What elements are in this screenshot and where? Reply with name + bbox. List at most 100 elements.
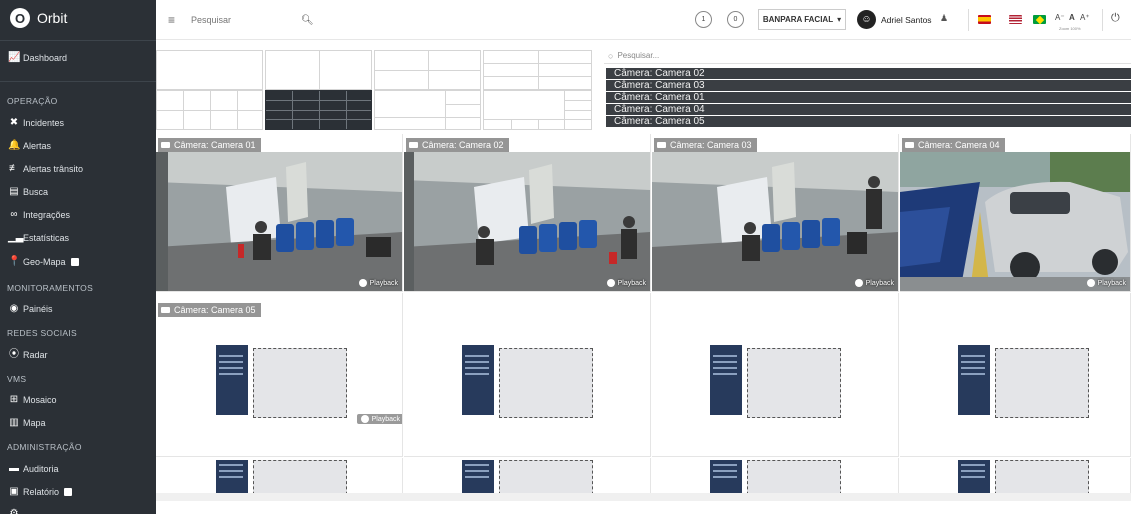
link-icon: ∞ <box>10 209 18 220</box>
flag-brazil-icon[interactable] <box>1033 15 1046 24</box>
search-input[interactable] <box>191 15 301 25</box>
layout-option-1x1[interactable] <box>156 50 263 90</box>
font-increase-button[interactable]: A⁺ <box>1080 13 1090 22</box>
camera-loading-placeholder <box>710 345 742 415</box>
camera-tile-empty[interactable] <box>404 458 651 498</box>
sidebar-item-label: Integrações <box>23 210 71 220</box>
camera-tile[interactable]: Câmera: Camera 05 Playback <box>156 293 403 457</box>
horizontal-scrollbar[interactable] <box>156 493 1131 501</box>
camera-option[interactable]: Câmera: Camera 03 <box>606 80 1131 92</box>
sidebar-item-label: Painéis <box>23 304 53 314</box>
section-title-operacao: OPERAÇÃO <box>7 96 58 106</box>
group-select[interactable]: BANPARA FACIAL ▾ <box>758 9 846 30</box>
folder-icon: ▬ <box>9 463 19 474</box>
camera-option[interactable]: Câmera: Camera 05 <box>606 116 1131 128</box>
camera-tile-empty[interactable] <box>404 293 651 457</box>
sidebar-item-alertas-transito[interactable]: ≢ Alertas trânsito <box>0 158 156 180</box>
mosaic-icon: ⊞ <box>9 394 19 405</box>
counter-button-1[interactable]: 1 <box>695 11 712 28</box>
sidebar-item-mosaico[interactable]: ⊞ Mosaico <box>0 389 156 411</box>
sidebar-item-dashboard[interactable]: 📈 Dashboard <box>0 47 156 69</box>
global-search: 🔍︎ <box>191 10 327 30</box>
playback-button[interactable]: Playback <box>1086 279 1126 287</box>
sidebar-item-geo-mapa[interactable]: 📍 Geo-Mapa <box>0 251 156 273</box>
settings-icon: ⚙ <box>9 508 19 514</box>
app-logo[interactable]: O Orbit <box>10 8 67 28</box>
layout-option-1-plus-5[interactable] <box>483 90 592 130</box>
camera-loading-placeholder-frame <box>995 348 1089 418</box>
camera-tile-label: Câmera: Camera 03 <box>654 138 757 152</box>
playback-button[interactable]: Playback <box>356 414 402 424</box>
camera-tile-label: Câmera: Camera 05 <box>158 303 261 317</box>
layout-option-1x2[interactable] <box>265 50 372 90</box>
camera-option[interactable]: Câmera: Camera 02 <box>606 68 1131 80</box>
layout-option-4x2[interactable] <box>156 90 263 130</box>
video-camera-icon <box>409 142 418 148</box>
font-decrease-button[interactable]: A⁻ <box>1055 13 1065 22</box>
sidebar-item-mapa[interactable]: ▥ Mapa <box>0 412 156 434</box>
sidebar-item-alertas[interactable]: 🔔 Alertas <box>0 135 156 157</box>
eye-icon: ◉ <box>9 303 19 314</box>
camera-loading-placeholder <box>958 345 990 415</box>
sidebar-item-label: Busca <box>23 187 49 197</box>
section-title-vms: VMS <box>7 374 27 384</box>
chevron-down-icon: ▾ <box>837 15 842 24</box>
camera-feed[interactable] <box>900 152 1130 291</box>
traffic-icon: ≢ <box>9 163 19 174</box>
map-icon: ▥ <box>9 417 19 428</box>
layout-option-2x2[interactable] <box>374 50 481 90</box>
user-name[interactable]: Adriel Santos <box>881 15 932 25</box>
sidebar-item-busca[interactable]: ▤ Busca <box>0 181 156 203</box>
camera-tile-empty[interactable] <box>156 458 403 498</box>
play-circle-icon <box>358 279 367 287</box>
camera-tile-empty[interactable] <box>900 458 1131 498</box>
camera-option[interactable]: Câmera: Camera 01 <box>606 92 1131 104</box>
camera-tile-empty[interactable] <box>900 293 1131 457</box>
layout-option-1-plus-3[interactable] <box>374 90 481 130</box>
sidebar-item-radar[interactable]: ⦿ Radar <box>0 344 156 366</box>
flag-spain-icon[interactable] <box>978 15 991 24</box>
camera-loading-placeholder <box>462 345 494 415</box>
playback-label: Playback <box>369 279 398 287</box>
counter-button-2[interactable]: 0 <box>727 11 744 28</box>
play-circle-icon <box>854 279 863 287</box>
camera-feed[interactable] <box>404 152 650 291</box>
file-icon: ▣ <box>9 486 19 497</box>
user-avatar-icon[interactable]: ☺ <box>857 10 876 29</box>
camera-tile[interactable]: Câmera: Camera 04 Playback <box>900 134 1131 292</box>
menu-toggle-icon[interactable]: ≡ <box>168 13 175 27</box>
camera-feed-image <box>404 152 650 291</box>
sidebar-item-auditoria[interactable]: ▬ Auditoria <box>0 458 156 480</box>
group-select-value: BANPARA FACIAL <box>762 15 834 24</box>
sidebar: O Orbit 📈 Dashboard OPERAÇÃO ✖ Incidente… <box>0 0 156 514</box>
sidebar-item-relatorio[interactable]: ▣ Relatório <box>0 481 156 503</box>
camera-option[interactable]: Câmera: Camera 04 <box>606 104 1131 116</box>
camera-tile[interactable]: Câmera: Camera 03 Playback <box>652 134 899 292</box>
layout-option-3x2[interactable] <box>483 50 592 90</box>
playback-button[interactable]: Playback <box>854 279 894 287</box>
camera-tile-empty[interactable] <box>652 458 899 498</box>
user-switch-icon[interactable]: ♟ <box>940 13 948 24</box>
camera-name: Câmera: Camera 04 <box>918 140 1000 150</box>
playback-button[interactable]: Playback <box>606 279 646 287</box>
sidebar-item-integracoes[interactable]: ∞ Integrações <box>0 204 156 226</box>
sidebar-item-cutoff[interactable]: ⚙ <box>0 503 156 514</box>
sidebar-item-incidentes[interactable]: ✖ Incidentes <box>0 112 156 134</box>
sidebar-item-paineis[interactable]: ◉ Painéis <box>0 298 156 320</box>
power-icon[interactable]: ⏻ <box>1111 12 1120 25</box>
flag-usa-icon[interactable] <box>1009 15 1022 24</box>
camera-feed[interactable] <box>156 152 402 291</box>
sidebar-item-estatisticas[interactable]: ▁▃ Estatísticas <box>0 227 156 249</box>
playback-button[interactable]: Playback <box>358 279 398 287</box>
camera-tile-empty[interactable] <box>652 293 899 457</box>
camera-tile[interactable]: Câmera: Camera 02 Playback <box>404 134 651 292</box>
camera-loading-placeholder-frame <box>747 348 841 418</box>
camera-tile[interactable]: Câmera: Camera 01 Playback <box>156 134 403 292</box>
font-normal-button[interactable]: A <box>1069 13 1075 22</box>
camera-search[interactable]: ○ Pesquisar... <box>604 48 1131 64</box>
layout-option-4x4-selected[interactable] <box>265 90 372 130</box>
divider <box>0 40 156 41</box>
search-icon[interactable]: 🔍︎ <box>301 15 314 26</box>
camera-feed[interactable] <box>652 152 898 291</box>
app-name: Orbit <box>37 10 68 26</box>
